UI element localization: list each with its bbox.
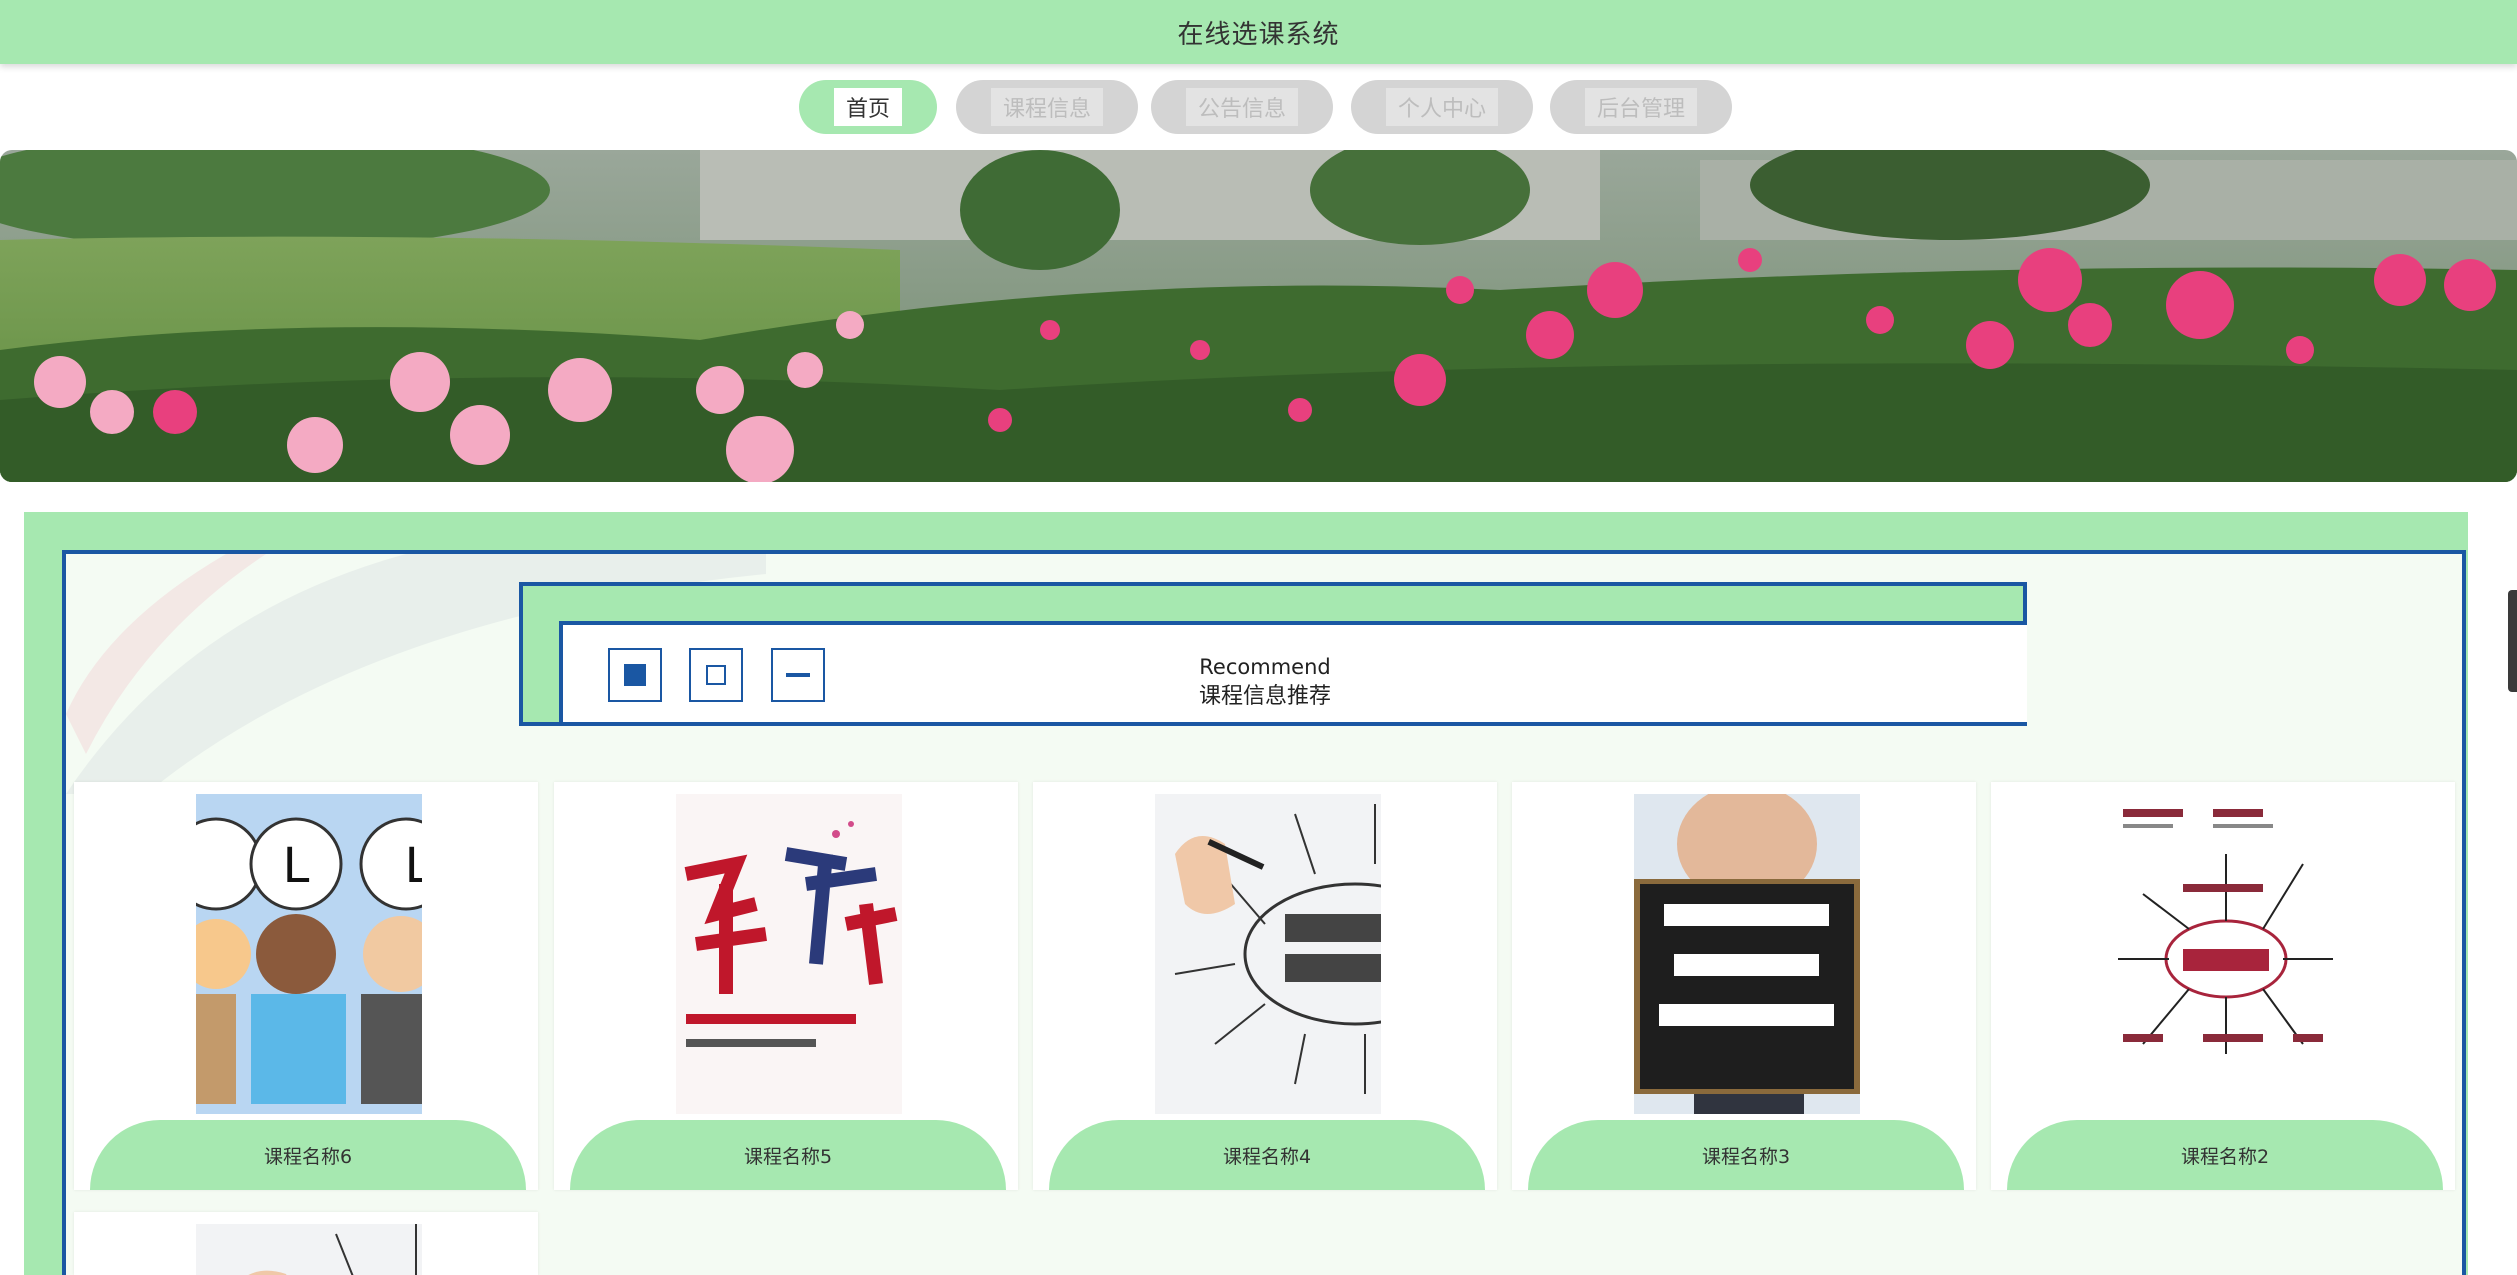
scrollbar-handle[interactable]	[2508, 590, 2517, 692]
nav-item-profile[interactable]: 个人中心	[1351, 80, 1533, 134]
course-card[interactable]	[74, 1212, 538, 1275]
course-name: 课程名称6	[90, 1120, 526, 1190]
site-title: 在线选课系统	[1177, 19, 1340, 50]
course-name: 课程名称3	[1528, 1120, 1964, 1190]
course-image	[676, 794, 902, 1114]
nav-item-label: 公告信息	[1185, 88, 1298, 126]
course-image	[1155, 794, 1381, 1114]
recommend-title-en: Recommend	[1199, 655, 1331, 679]
nav-item-label: 后台管理	[1584, 88, 1697, 126]
recommend-title: Recommend 课程信息推荐	[1100, 653, 1430, 711]
svg-text:L: L	[405, 838, 422, 894]
nav-item-admin[interactable]: 后台管理	[1550, 80, 1732, 134]
course-card[interactable]: 课程名称3	[1512, 782, 1976, 1190]
course-image	[196, 1224, 422, 1275]
recommend-title-cn: 课程信息推荐	[1198, 684, 1331, 709]
banner-photo	[0, 150, 2517, 482]
course-card[interactable]: 课程名称4	[1033, 782, 1497, 1190]
course-card[interactable]: 课程名称2	[1991, 782, 2455, 1190]
course-name: 课程名称2	[2007, 1120, 2443, 1190]
course-name: 课程名称4	[1049, 1120, 1485, 1190]
course-card[interactable]: L L 课程名称6	[74, 782, 538, 1190]
top-header-bar: 在线选课系统	[0, 0, 2517, 64]
course-image	[1634, 794, 1860, 1114]
nav-item-label: 个人中心	[1385, 88, 1498, 126]
empty-square-icon[interactable]	[689, 648, 743, 702]
course-image: L L	[196, 794, 422, 1114]
course-card[interactable]: 课程名称5	[554, 782, 1018, 1190]
nav-item-notices[interactable]: 公告信息	[1151, 80, 1333, 134]
nav-item-home[interactable]: 首页	[799, 80, 937, 134]
main-nav: 首页 课程信息 公告信息 个人中心 后台管理	[0, 80, 2517, 134]
course-name: 课程名称5	[570, 1120, 1006, 1190]
nav-item-label: 课程信息	[990, 88, 1103, 126]
minus-icon[interactable]	[771, 648, 825, 702]
svg-text:L: L	[283, 838, 310, 894]
course-image	[2113, 794, 2339, 1114]
nav-item-courses[interactable]: 课程信息	[956, 80, 1138, 134]
banner-image[interactable]	[0, 150, 2517, 482]
nav-item-label: 首页	[833, 88, 902, 126]
filled-square-icon[interactable]	[608, 648, 662, 702]
